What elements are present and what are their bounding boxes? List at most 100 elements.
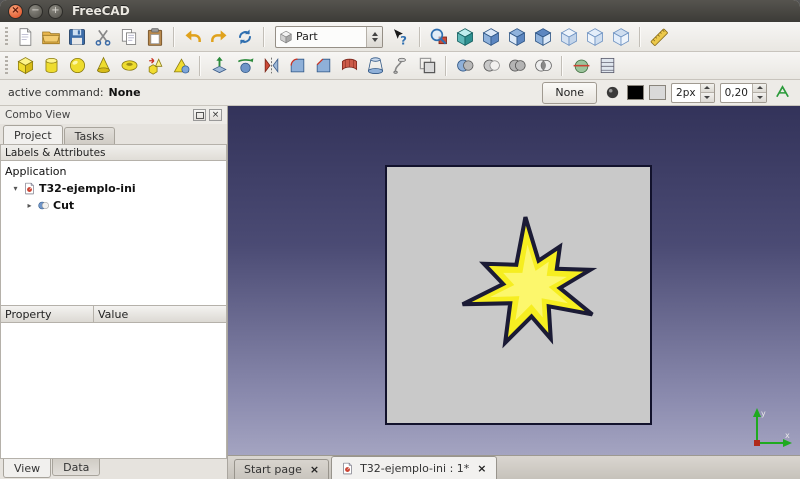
extrude-icon[interactable]	[206, 54, 232, 78]
tab-project[interactable]: Project	[3, 125, 63, 144]
fit-all-icon[interactable]	[426, 25, 452, 49]
loft-icon[interactable]	[362, 54, 388, 78]
undo-icon[interactable]	[180, 25, 206, 49]
x-axis-arrow	[783, 439, 792, 447]
dock-close-button[interactable]: ×	[209, 109, 222, 121]
measure-distance-icon[interactable]	[646, 25, 672, 49]
bottom-view-icon[interactable]	[582, 25, 608, 49]
x-axis-label: x	[785, 431, 790, 440]
ruled-surface-icon[interactable]	[336, 54, 362, 78]
tab-tasks[interactable]: Tasks	[64, 127, 115, 144]
rear-view-icon[interactable]	[556, 25, 582, 49]
window-title: FreeCAD	[72, 4, 130, 18]
toolbar-separator	[199, 56, 201, 76]
chamfer-icon[interactable]	[310, 54, 336, 78]
refresh-icon[interactable]	[232, 25, 258, 49]
dock-float-button[interactable]	[193, 109, 206, 121]
box-icon[interactable]	[12, 54, 38, 78]
expander-icon[interactable]: ▾	[11, 184, 20, 193]
tab-view[interactable]: View	[3, 459, 51, 478]
toolbar-handle[interactable]	[5, 56, 8, 76]
main-area: Combo View × Project Tasks Labels & Attr…	[0, 106, 800, 479]
window-minimize-button[interactable]: −	[28, 4, 43, 19]
intersection-icon[interactable]	[530, 54, 556, 78]
window-close-button[interactable]: ×	[8, 4, 23, 19]
torus-icon[interactable]	[116, 54, 142, 78]
property-table-body[interactable]	[0, 323, 227, 459]
freecad-window: × − + FreeCAD Part? active command: None…	[0, 0, 800, 479]
top-view-icon[interactable]	[504, 25, 530, 49]
boolean-icon[interactable]	[452, 54, 478, 78]
expander-icon[interactable]: ▸	[25, 201, 34, 210]
combo-view-header[interactable]: Combo View ×	[0, 106, 227, 124]
tab-close-icon[interactable]: ×	[310, 463, 319, 476]
tree-item-cut[interactable]: ▸ Cut	[1, 197, 226, 214]
fillet-icon[interactable]	[284, 54, 310, 78]
property-table-header: Property Value	[0, 305, 227, 323]
text-size-value: 0,20	[721, 84, 752, 102]
axonometric-view-icon[interactable]	[452, 25, 478, 49]
construction-mode-icon[interactable]	[772, 83, 792, 103]
cylinder-icon[interactable]	[38, 54, 64, 78]
value-column-header[interactable]: Value	[94, 306, 128, 322]
property-column-header[interactable]: Property	[1, 306, 94, 322]
create-primitives-icon[interactable]	[142, 54, 168, 78]
offset-icon[interactable]	[414, 54, 440, 78]
cross-sections-icon[interactable]	[594, 54, 620, 78]
tab-data[interactable]: Data	[52, 459, 100, 476]
draft-tray: None 2px 0,20	[542, 82, 792, 104]
model-tree[interactable]: Application ▾ T32-ejemplo-ini ▸ Cut	[0, 161, 227, 305]
svg-text:?: ?	[400, 33, 407, 47]
model-plate[interactable]	[385, 165, 652, 425]
y-axis-label: y	[761, 409, 766, 418]
line-color-swatch[interactable]	[627, 85, 644, 100]
tree-label: Application	[5, 165, 66, 178]
workbench-selector[interactable]: Part	[275, 26, 383, 48]
tree-item-application[interactable]: Application	[1, 163, 226, 180]
redo-icon[interactable]	[206, 25, 232, 49]
titlebar[interactable]: × − + FreeCAD	[0, 0, 800, 22]
line-width-spinner[interactable]: 2px	[671, 83, 715, 103]
window-maximize-button[interactable]: +	[48, 4, 63, 19]
revolve-icon[interactable]	[232, 54, 258, 78]
tree-item-document[interactable]: ▾ T32-ejemplo-ini	[1, 180, 226, 197]
combo-dropdown-arrows[interactable]	[366, 27, 382, 47]
open-document-icon[interactable]	[38, 25, 64, 49]
spinner-arrows[interactable]	[700, 84, 714, 102]
part-toolbar	[0, 52, 800, 80]
toolbar-handle[interactable]	[5, 27, 8, 47]
boolean-cut-icon[interactable]	[478, 54, 504, 78]
spinner-arrows[interactable]	[752, 84, 766, 102]
tab-document[interactable]: T32-ejemplo-ini : 1* ×	[331, 456, 496, 479]
copy-icon[interactable]	[116, 25, 142, 49]
freecad-document-icon	[23, 182, 36, 195]
section-icon[interactable]	[568, 54, 594, 78]
whatsthis-icon[interactable]: ?	[388, 25, 414, 49]
right-view-icon[interactable]	[530, 25, 556, 49]
tab-label: T32-ejemplo-ini : 1*	[360, 462, 469, 475]
save-icon[interactable]	[64, 25, 90, 49]
active-command-value: None	[109, 86, 141, 99]
union-icon[interactable]	[504, 54, 530, 78]
tab-start-page[interactable]: Start page ×	[234, 459, 329, 479]
paste-icon[interactable]	[142, 25, 168, 49]
left-view-icon[interactable]	[608, 25, 634, 49]
new-document-icon[interactable]	[12, 25, 38, 49]
sphere-icon[interactable]	[64, 54, 90, 78]
front-view-icon[interactable]	[478, 25, 504, 49]
star-feature[interactable]	[449, 207, 614, 359]
toolbar-separator	[419, 27, 421, 47]
mirror-icon[interactable]	[258, 54, 284, 78]
shape-builder-icon[interactable]	[168, 54, 194, 78]
tab-close-icon[interactable]: ×	[477, 462, 486, 475]
face-color-swatch[interactable]	[649, 85, 666, 100]
cut-icon[interactable]	[90, 25, 116, 49]
document-tab-bar: Start page × T32-ejemplo-ini : 1* ×	[228, 455, 800, 479]
3d-viewport[interactable]: x y	[228, 106, 800, 455]
workbench-icon	[276, 30, 296, 44]
text-size-spinner[interactable]: 0,20	[720, 83, 767, 103]
sweep-icon[interactable]	[388, 54, 414, 78]
set-style-icon[interactable]	[602, 83, 622, 103]
cone-icon[interactable]	[90, 54, 116, 78]
autogroup-button[interactable]: None	[542, 82, 597, 104]
